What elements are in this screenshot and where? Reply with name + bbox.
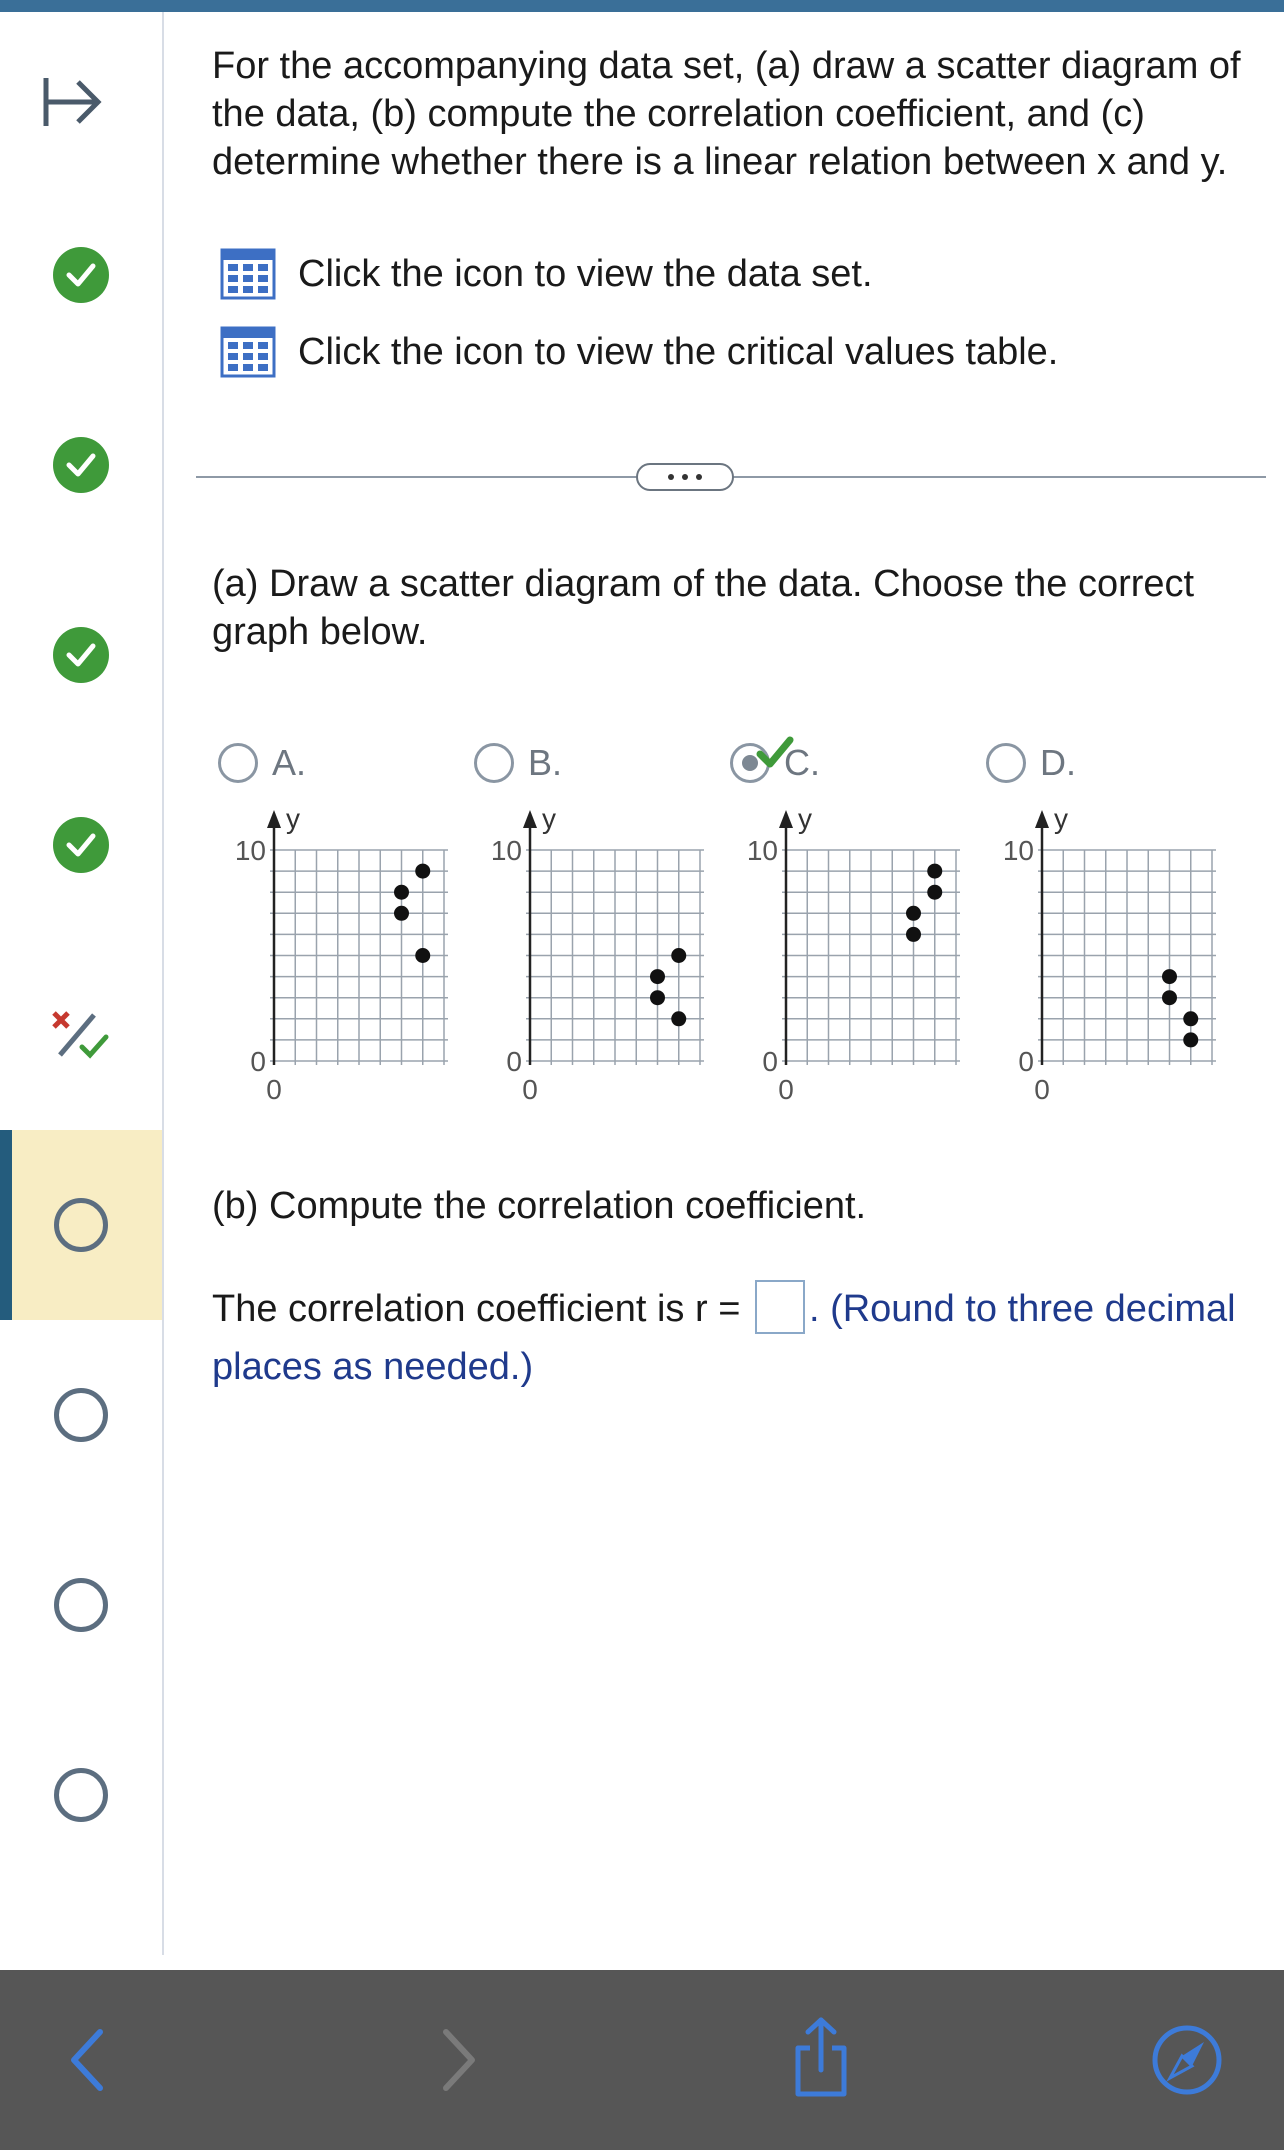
expand-sidebar-icon[interactable]: [40, 72, 106, 132]
scatter-plot-b: y 10 00: [491, 804, 704, 1105]
data-point: [671, 1011, 687, 1027]
ellipsis-dot: [682, 474, 688, 480]
data-point: [650, 990, 665, 1006]
y-tick-label: 0: [506, 1046, 522, 1077]
option-b[interactable]: B. y 10 0 0: [468, 734, 708, 1114]
x-tick-label: 0: [266, 1074, 282, 1105]
plot-grid: [782, 849, 960, 1065]
correlation-answer-input[interactable]: [754, 1279, 805, 1334]
option-d[interactable]: D. y 10 0 0: [980, 734, 1220, 1114]
option-c-radio[interactable]: C.: [730, 736, 820, 784]
option-d-label: D.: [1040, 742, 1076, 783]
data-point: [1162, 990, 1177, 1006]
back-chevron-icon[interactable]: [42, 2012, 132, 2102]
y-axis-arrow: [779, 810, 793, 828]
sidebar-item-1[interactable]: [0, 180, 162, 370]
ellipsis-dot: [696, 474, 702, 480]
y-axis-label: y: [798, 804, 812, 834]
unanswered-circle-icon: [54, 1578, 108, 1632]
y-tick-label: 10: [1003, 835, 1034, 866]
sidebar-item-5[interactable]: [0, 940, 162, 1130]
data-point: [394, 905, 409, 921]
partial-credit-icon: [52, 1011, 109, 1059]
x-tick-label: 0: [522, 1074, 538, 1105]
option-d-radio[interactable]: D.: [986, 742, 1076, 784]
y-axis-label: y: [286, 804, 300, 834]
sidebar-item-2[interactable]: [0, 370, 162, 560]
radio-button[interactable]: [474, 743, 514, 783]
correct-check-icon: [756, 736, 794, 768]
data-point: [927, 863, 943, 879]
scatter-plot-d: y 10 00: [1003, 804, 1216, 1105]
y-tick-label: 10: [491, 835, 522, 866]
option-a[interactable]: A. y 10 0 0: [212, 734, 452, 1114]
radio-button[interactable]: [986, 743, 1026, 783]
answer-prefix: The correlation coefficient is r =: [212, 1288, 741, 1330]
sidebar-item-3[interactable]: [0, 560, 162, 750]
top-accent-bar: [0, 0, 1284, 12]
y-axis-arrow: [523, 810, 537, 828]
table-grid-icon: [220, 326, 276, 378]
sidebar-item-4[interactable]: [0, 750, 162, 940]
data-point: [1183, 1032, 1199, 1048]
data-point: [1162, 969, 1177, 985]
view-critical-values-label: Click the icon to view the critical valu…: [298, 330, 1059, 373]
completed-check-icon: [53, 247, 109, 303]
data-point: [671, 948, 687, 963]
option-a-label: A.: [272, 742, 307, 783]
data-point: [927, 884, 943, 900]
browser-toolbar: [0, 1970, 1284, 2150]
view-critical-values-link[interactable]: Click the icon to view the critical valu…: [220, 326, 1058, 378]
ellipsis-dot: [668, 474, 674, 480]
data-point: [906, 905, 921, 921]
option-a-radio[interactable]: A.: [218, 742, 306, 784]
compass-icon[interactable]: [1142, 2012, 1232, 2102]
data-point: [1183, 1011, 1199, 1027]
data-point: [394, 884, 409, 900]
sidebar-item-6[interactable]: [0, 1130, 162, 1320]
data-point: [906, 926, 921, 942]
more-options-button[interactable]: [636, 463, 734, 491]
view-data-set-label: Click the icon to view the data set.: [298, 252, 873, 295]
answer-row: The correlation coefficient is r = . (Ro…: [212, 1279, 1252, 1396]
radio-button[interactable]: [218, 743, 258, 783]
scatter-plot-a: y 10 00: [235, 804, 448, 1105]
data-point: [650, 969, 665, 985]
data-point: [415, 863, 431, 879]
y-tick-label: 10: [235, 835, 266, 866]
y-tick-label: 0: [762, 1046, 778, 1077]
sidebar-item-7[interactable]: [0, 1320, 162, 1510]
completed-check-icon: [53, 627, 109, 683]
x-tick-label: 0: [778, 1074, 794, 1105]
sidebar-item-8[interactable]: [0, 1510, 162, 1700]
y-axis-label: y: [542, 804, 556, 834]
view-data-set-link[interactable]: Click the icon to view the data set.: [220, 248, 873, 300]
y-axis-arrow: [267, 810, 281, 828]
option-b-radio[interactable]: B.: [474, 742, 562, 784]
sidebar-item-9[interactable]: [0, 1700, 162, 1890]
y-tick-label: 0: [250, 1046, 266, 1077]
unanswered-circle-icon: [54, 1198, 108, 1252]
scatter-plot-c: y 10 00: [747, 804, 960, 1105]
y-tick-label: 0: [1018, 1046, 1034, 1077]
y-axis-arrow: [1035, 810, 1049, 828]
table-grid-icon: [220, 248, 276, 300]
question-sidebar: [0, 12, 164, 1955]
option-c[interactable]: C. y 10 0 0: [724, 734, 964, 1114]
part-a-instructions: (a) Draw a scatter diagram of the data. …: [212, 563, 1195, 653]
share-icon[interactable]: [776, 2012, 866, 2102]
y-tick-label: 10: [747, 835, 778, 866]
forward-chevron-icon[interactable]: [414, 2012, 504, 2102]
option-b-label: B.: [528, 742, 563, 783]
unanswered-circle-icon: [54, 1768, 108, 1822]
y-axis-label: y: [1054, 804, 1068, 834]
data-point: [415, 948, 431, 963]
part-b-instructions: (b) Compute the correlation coefficient.: [212, 1185, 867, 1227]
unanswered-circle-icon: [54, 1388, 108, 1442]
completed-check-icon: [53, 437, 109, 493]
x-tick-label: 0: [1034, 1074, 1050, 1105]
completed-check-icon: [53, 817, 109, 873]
question-prompt: For the accompanying data set, (a) draw …: [212, 45, 1241, 183]
